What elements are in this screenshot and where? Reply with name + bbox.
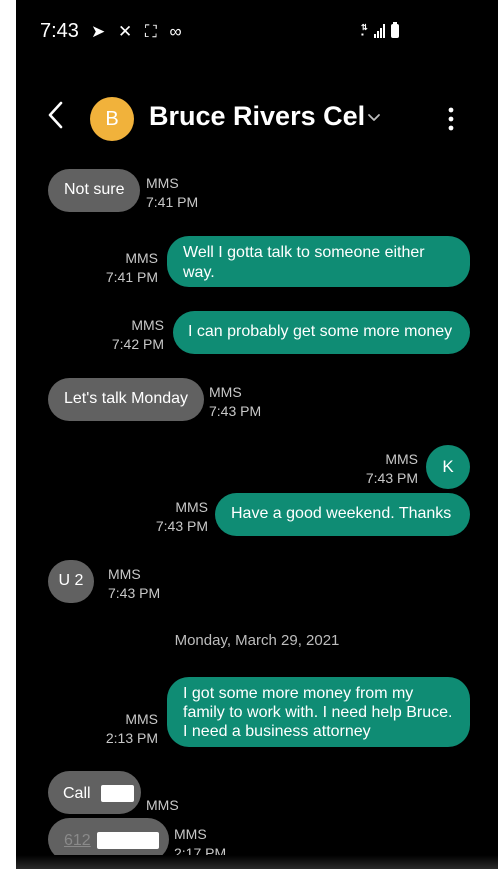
- message-meta: MMS 7:41 PM: [106, 249, 158, 287]
- message-text: Well I gotta talk to someone either way.: [183, 244, 425, 281]
- message-meta: MMS 7:43 PM: [209, 383, 261, 421]
- message-time: 7:41 PM: [105, 269, 158, 285]
- message-time: 7:43 PM: [365, 470, 418, 486]
- message-type: MMS: [146, 797, 179, 813]
- sent-message-bubble[interactable]: Have a good weekend. Thanks: [215, 493, 470, 536]
- message-type: MMS: [125, 711, 158, 727]
- message-type: MMS: [209, 384, 242, 400]
- message-time: 7:42 PM: [111, 336, 164, 352]
- date-separator: Monday, March 29, 2021: [174, 632, 340, 649]
- status-notification-icons: ➤ ✕ ⛶ ∞: [91, 22, 186, 41]
- redacted-block: [97, 832, 160, 850]
- message-time: 7:43 PM: [209, 403, 262, 419]
- message-text[interactable]: 612: [64, 832, 91, 849]
- message-type: MMS: [385, 451, 418, 467]
- message-time: 7:41 PM: [146, 194, 199, 210]
- sent-message-bubble[interactable]: I can probably get some more money: [173, 311, 470, 354]
- chevron-down-icon[interactable]: [366, 110, 382, 126]
- data-network-icon: ⇅ ▪: [361, 23, 368, 39]
- message-text: U 2: [58, 572, 84, 589]
- more-options-icon[interactable]: [444, 104, 458, 134]
- message-text: Have a good weekend. Thanks: [231, 505, 452, 522]
- message-time: 7:43 PM: [155, 518, 208, 534]
- received-message-bubble[interactable]: Let's talk Monday: [48, 378, 205, 421]
- message-text: Not sure: [64, 181, 125, 198]
- signal-icon: [373, 24, 385, 38]
- received-message-bubble[interactable]: Not sure: [48, 169, 141, 212]
- message-type: MMS: [174, 826, 207, 842]
- back-arrow-icon[interactable]: [46, 100, 64, 130]
- received-message-bubble[interactable]: U 2: [48, 560, 94, 603]
- message-text: Let's talk Monday: [64, 390, 189, 407]
- message-meta: MMS 7:41 PM: [146, 174, 198, 212]
- message-text: Call: [63, 785, 91, 802]
- sender-avatar[interactable]: K: [426, 445, 470, 489]
- message-time: 2:13 PM: [105, 730, 158, 746]
- status-system-icons: ⇅ ▪: [361, 22, 399, 39]
- message-meta: MMS 7:43 PM: [156, 498, 208, 536]
- message-meta: MMS 7:42 PM: [112, 316, 164, 354]
- message-meta: MMS: [146, 796, 179, 815]
- message-text: I can probably get some more money: [188, 323, 453, 340]
- message-meta: MMS 7:43 PM: [366, 450, 418, 488]
- message-type: MMS: [175, 499, 208, 515]
- phone-screen: 7:43 ➤ ✕ ⛶ ∞ ⇅ ▪ B Bruce Rivers Cel Not s…: [16, 0, 498, 869]
- message-type: MMS: [108, 566, 141, 582]
- status-time: 7:43: [40, 20, 79, 42]
- message-meta: MMS 2:13 PM: [106, 710, 158, 748]
- sent-message-bubble[interactable]: I got some more money from my family to …: [167, 677, 470, 747]
- sent-message-bubble[interactable]: Well I gotta talk to someone either way.: [167, 236, 470, 287]
- message-type: MMS: [146, 175, 179, 191]
- message-type: MMS: [125, 250, 158, 266]
- message-meta: MMS 7:43 PM: [108, 565, 160, 603]
- bottom-fade: [16, 855, 498, 869]
- contact-avatar[interactable]: B: [90, 97, 134, 141]
- message-type: MMS: [131, 317, 164, 333]
- redacted-block: [101, 785, 135, 803]
- message-time: 7:43 PM: [108, 585, 161, 601]
- message-text: I got some more money from my family to …: [183, 685, 453, 740]
- battery-icon: [390, 22, 399, 38]
- contact-name-title[interactable]: Bruce Rivers Cel: [149, 101, 365, 132]
- received-message-bubble[interactable]: Call: [48, 771, 141, 814]
